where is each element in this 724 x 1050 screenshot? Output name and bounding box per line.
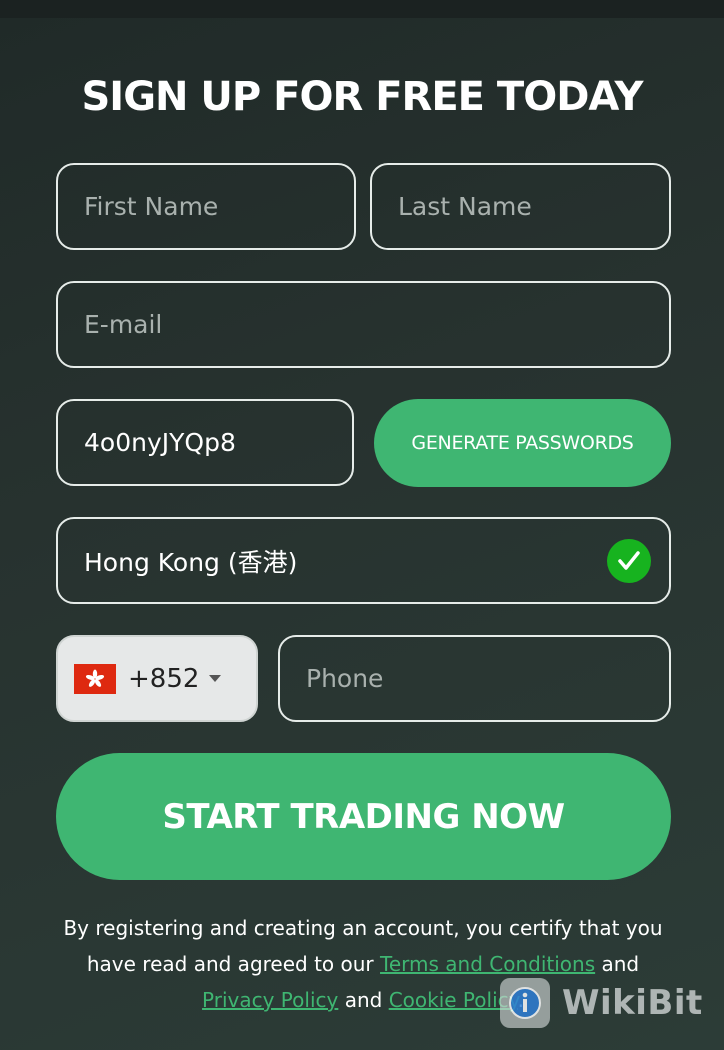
legal-text-part2: and xyxy=(595,952,640,976)
email-input[interactable] xyxy=(84,310,669,339)
start-trading-button[interactable]: START TRADING NOW xyxy=(56,753,671,880)
cookie-link[interactable]: Cookie Policy xyxy=(389,988,518,1012)
email-field[interactable] xyxy=(56,281,671,368)
hong-kong-flag-icon xyxy=(74,663,116,694)
country-code-dropdown[interactable]: +852 xyxy=(56,635,258,722)
page-title: SIGN UP FOR FREE TODAY xyxy=(81,74,644,120)
privacy-link[interactable]: Privacy Policy xyxy=(202,988,338,1012)
check-circle-icon xyxy=(607,538,651,583)
watermark-text: WikiBit xyxy=(562,983,703,1023)
phone-field[interactable] xyxy=(278,635,671,722)
last-name-input[interactable] xyxy=(398,192,669,221)
wikibit-logo-icon xyxy=(500,978,550,1028)
wikibit-watermark: WikiBit xyxy=(500,976,703,1030)
caret-down-icon xyxy=(209,675,222,682)
dial-code: +852 xyxy=(128,663,200,694)
terms-link[interactable]: Terms and Conditions xyxy=(380,952,595,976)
password-value[interactable]: 4o0nyJYQp8 xyxy=(84,428,236,457)
first-name-field[interactable] xyxy=(56,163,356,250)
country-select[interactable]: Hong Kong (香港) xyxy=(56,517,671,604)
first-name-input[interactable] xyxy=(84,192,354,221)
password-field[interactable]: 4o0nyJYQp8 xyxy=(56,399,354,486)
phone-input[interactable] xyxy=(306,664,669,693)
generate-passwords-button[interactable]: GENERATE PASSWORDS xyxy=(374,399,671,487)
country-value: Hong Kong (香港) xyxy=(84,547,298,577)
last-name-field[interactable] xyxy=(370,163,671,250)
legal-text-part3: and xyxy=(338,988,389,1012)
top-strip xyxy=(0,0,724,18)
